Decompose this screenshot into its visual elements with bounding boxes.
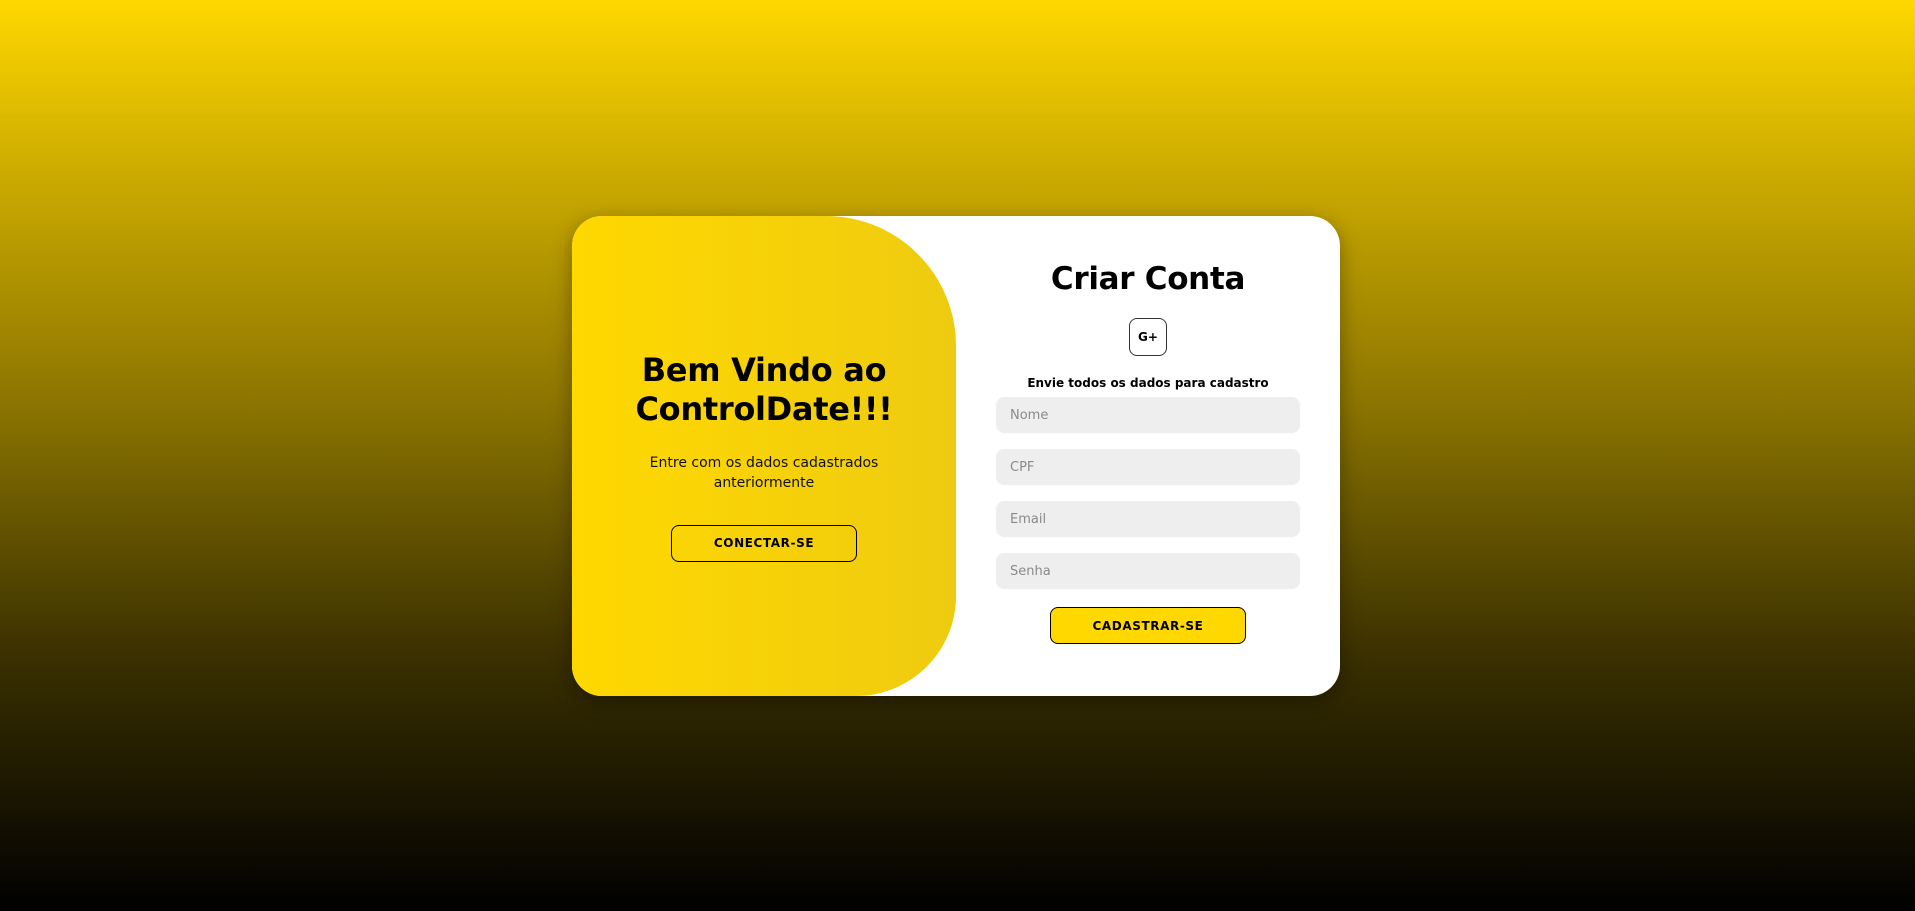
google-plus-button[interactable]: G+	[1129, 318, 1167, 356]
signup-subtitle: Envie todos os dados para cadastro	[1027, 376, 1269, 390]
password-input[interactable]	[996, 553, 1300, 589]
welcome-text: Entre com os dados cadastrados anteriorm…	[649, 454, 879, 491]
signup-panel: Criar Conta G+ Envie todos os dados para…	[956, 216, 1340, 696]
name-input[interactable]	[996, 397, 1300, 433]
google-plus-icon: G+	[1138, 330, 1158, 344]
welcome-panel: Bem Vindo ao ControlDate!!! Entre com os…	[572, 216, 956, 696]
signup-button[interactable]: CADASTRAR-SE	[1050, 607, 1246, 644]
welcome-title: Bem Vindo ao ControlDate!!!	[635, 350, 893, 428]
cpf-input[interactable]	[996, 449, 1300, 485]
email-input[interactable]	[996, 501, 1300, 537]
connect-button[interactable]: CONECTAR-SE	[671, 524, 857, 562]
signup-title: Criar Conta	[1050, 261, 1246, 297]
auth-card: Bem Vindo ao ControlDate!!! Entre com os…	[572, 216, 1340, 696]
